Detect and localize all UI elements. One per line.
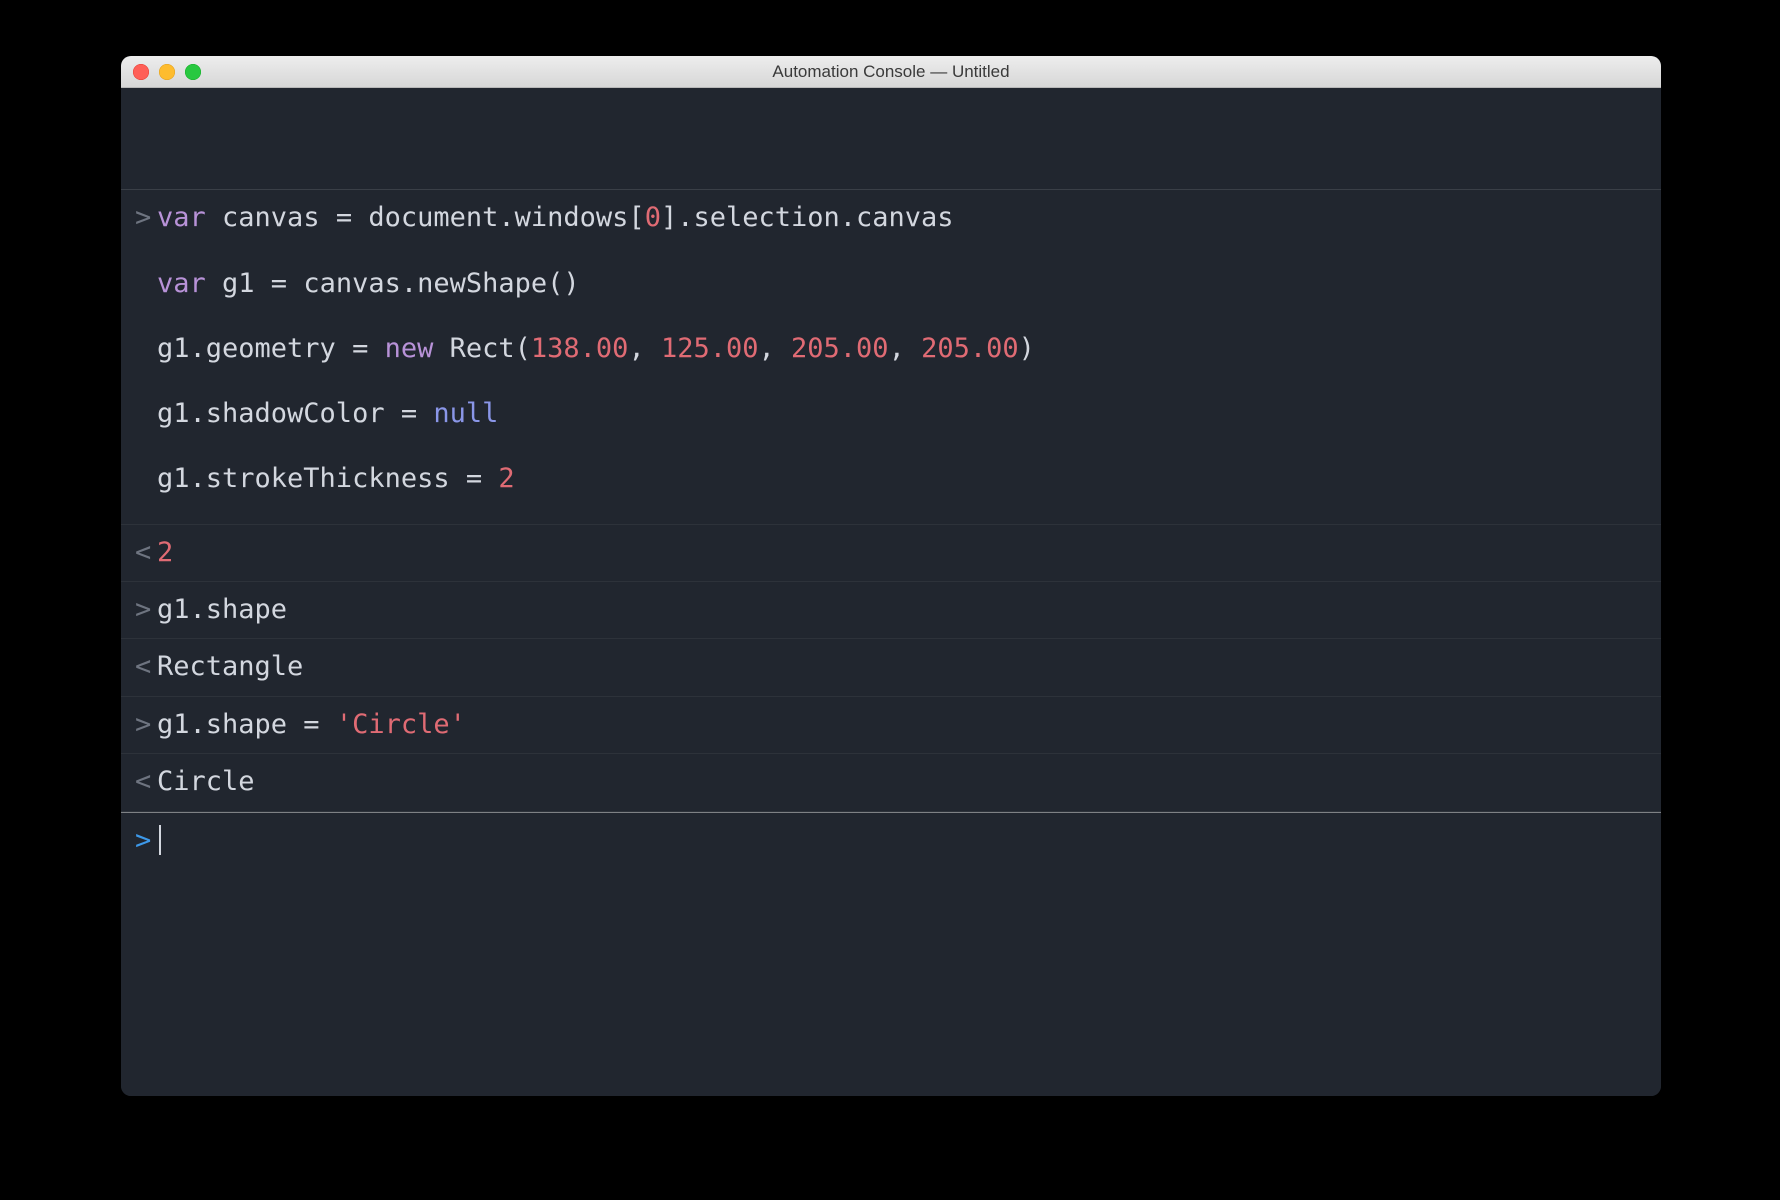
text-cursor	[159, 825, 161, 855]
traffic-lights	[133, 64, 201, 80]
console-window: Automation Console — Untitled var canvas…	[121, 56, 1661, 1096]
output-chevron-icon	[135, 651, 157, 683]
output-chevron-icon	[135, 766, 157, 798]
prompt-chevron-icon	[135, 825, 157, 857]
console-output-row: Circle	[121, 754, 1661, 811]
code-content: Rectangle	[157, 651, 1645, 683]
zoom-icon[interactable]	[185, 64, 201, 80]
console-output-row: 2	[121, 525, 1661, 582]
titlebar[interactable]: Automation Console — Untitled	[121, 56, 1661, 88]
input-chevron-icon	[135, 202, 157, 234]
console-prompt-row[interactable]	[121, 812, 1661, 871]
console-output[interactable]: var canvas = document.windows[0].selecti…	[121, 190, 1661, 1096]
toolbar-area	[121, 88, 1661, 190]
output-chevron-icon	[135, 537, 157, 569]
console-input-row: var canvas = document.windows[0].selecti…	[121, 190, 1661, 525]
code-content: g1.shape = 'Circle'	[157, 709, 1645, 741]
code-content: Circle	[157, 766, 1645, 798]
close-icon[interactable]	[133, 64, 149, 80]
console-input-row: g1.shape	[121, 582, 1661, 639]
code-content: var canvas = document.windows[0].selecti…	[157, 202, 1645, 512]
code-content: g1.shape	[157, 594, 1645, 626]
console-input-row: g1.shape = 'Circle'	[121, 697, 1661, 754]
minimize-icon[interactable]	[159, 64, 175, 80]
code-content[interactable]	[157, 825, 1645, 859]
console-output-row: Rectangle	[121, 639, 1661, 696]
code-content: 2	[157, 537, 1645, 569]
input-chevron-icon	[135, 594, 157, 626]
window-title: Automation Console — Untitled	[772, 62, 1009, 82]
input-chevron-icon	[135, 709, 157, 741]
